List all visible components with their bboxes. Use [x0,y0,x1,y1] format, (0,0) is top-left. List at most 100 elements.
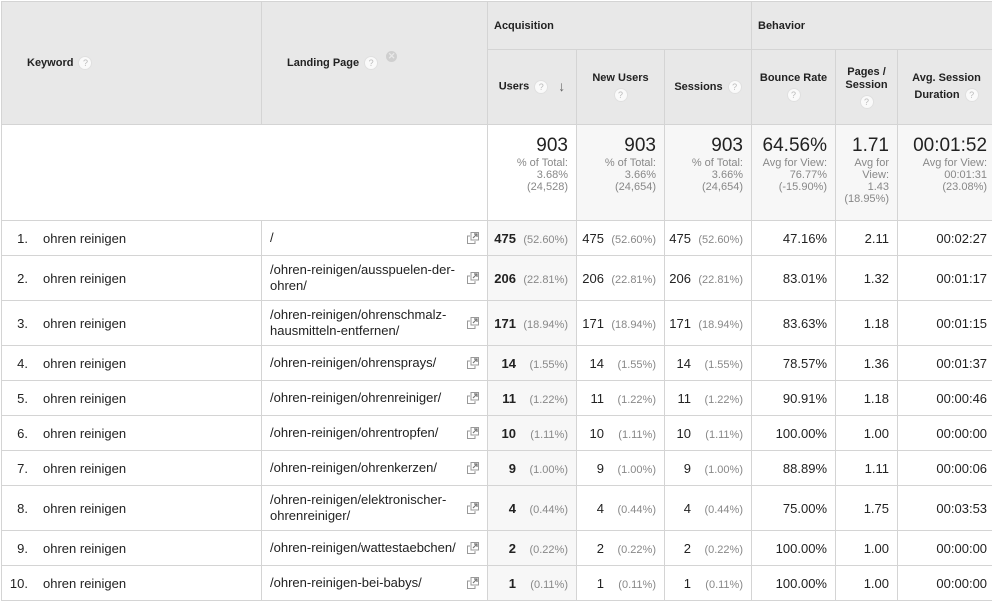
landing-page-link[interactable]: /ohren-reinigen/ohrenreiniger/ [270,390,441,405]
remove-dimension-icon[interactable]: ✕ [386,51,398,62]
new-users-cell: 10 (1.11%) [576,415,665,451]
landing-page-cell: /ohren-reinigen/ohrensprays/ [261,345,488,381]
help-icon[interactable]: ? [727,79,742,94]
header-keyword[interactable]: Keyword? [1,1,262,125]
sessions-pct: (0.22%) [704,543,743,556]
open-external-link-icon[interactable] [467,232,479,244]
header-keyword-label: Keyword [27,56,74,69]
table-row: 7. ohren reinigen /ohren-reinigen/ohrenke… [1,450,992,486]
open-external-link-icon[interactable] [467,272,479,284]
header-users[interactable]: Users? ↓ [487,49,577,125]
keyword-link[interactable]: ohren reinigen [43,231,126,246]
header-sessions[interactable]: Sessions? [664,49,752,125]
pages-session-cell: 2.11 [835,220,898,256]
landing-page-link[interactable]: /ohren-reinigen/ohrenschmalz-hausmitteln… [270,307,446,338]
new-users-pct: (0.22%) [617,543,656,556]
landing-page-link[interactable]: /ohren-reinigen/ausspuelen-der-ohren/ [270,262,455,293]
keyword-link[interactable]: ohren reinigen [43,356,126,371]
open-external-link-icon[interactable] [467,462,479,474]
users-value: 9 [508,460,516,476]
users-pct: (0.11%) [530,578,568,591]
users-pct: (1.00%) [529,463,568,476]
keyword-cell: 10. ohren reinigen [1,565,262,601]
landing-page-link[interactable]: /ohren-reinigen/ohrentropfen/ [270,425,438,440]
row-index: 10. [9,575,28,591]
users-value: 171 [494,315,516,331]
sessions-value: 475 [669,230,691,246]
keyword-link[interactable]: ohren reinigen [43,461,126,476]
landing-page-link[interactable]: /ohren-reinigen/elektronischer-ohrenrein… [270,492,446,523]
open-external-link-icon[interactable] [467,317,479,329]
new-users-pct: (0.44%) [617,503,656,516]
help-icon[interactable]: ? [859,94,874,109]
users-cell: 171 (18.94%) [487,300,577,346]
keyword-cell: 4. ohren reinigen [1,345,262,381]
keyword-link[interactable]: ohren reinigen [43,316,126,331]
new-users-value: 475 [582,230,604,246]
sessions-pct: (52.60%) [698,233,743,246]
open-external-link-icon[interactable] [467,542,479,554]
open-external-link-icon[interactable] [467,357,479,369]
keyword-link[interactable]: ohren reinigen [43,501,126,516]
open-external-link-icon[interactable] [467,427,479,439]
help-icon[interactable]: ? [613,88,628,103]
help-icon[interactable]: ? [78,56,93,70]
sessions-value: 1 [683,575,691,591]
help-icon[interactable]: ? [964,88,979,103]
avg-duration-cell: 00:00:00 [896,565,992,601]
header-avg-session-duration[interactable]: Avg. Session Duration? [896,49,992,125]
sessions-value: 206 [669,270,691,286]
help-icon[interactable]: ? [786,88,801,103]
bounce-rate-cell: 100.00% [751,415,836,451]
sessions-pct: (22.81%) [698,273,743,286]
table-row: 5. ohren reinigen /ohren-reinigen/ohrenre… [1,380,992,416]
keyword-link[interactable]: ohren reinigen [43,426,126,441]
sort-desc-icon[interactable]: ↓ [558,78,565,94]
help-icon[interactable]: ? [364,56,379,70]
keyword-link[interactable]: ohren reinigen [43,576,126,591]
header-avg-duration-label-1: Avg. Session [912,72,981,84]
open-external-link-icon[interactable] [467,502,479,514]
header-pages-session[interactable]: Pages / Session? [835,49,898,125]
open-external-link-icon[interactable] [467,577,479,589]
total-avg-duration-value: 00:01:52 [913,135,988,156]
total-pages-session-diff: (18.95%) [844,193,889,205]
landing-page-link[interactable]: /ohren-reinigen/ohrensprays/ [270,355,436,370]
bounce-rate-cell: 100.00% [751,530,836,566]
new-users-cell: 475 (52.60%) [576,220,665,256]
total-new-users-value: 903 [624,135,656,156]
landing-page-link[interactable]: /ohren-reinigen-bei-babys/ [270,575,422,590]
header-landing-page[interactable]: Landing Page ? ✕ [261,1,488,125]
total-pages-session-view: 1.43 [867,181,889,193]
total-users-caption: % of Total: [516,157,568,169]
total-bounce-rate-diff: (-15.90%) [778,181,827,193]
avg-duration-cell: 00:01:15 [896,300,992,346]
header-new-users[interactable]: New Users? [576,49,665,125]
help-icon[interactable]: ? [534,79,549,94]
landing-page-link[interactable]: /ohren-reinigen/wattestaebchen/ [270,540,456,555]
landing-page-link[interactable]: /ohren-reinigen/ohrenkerzen/ [270,460,437,475]
bounce-rate-cell: 83.63% [751,300,836,346]
keyword-link[interactable]: ohren reinigen [43,271,126,286]
sessions-value: 10 [676,425,691,441]
header-bounce-rate[interactable]: Bounce Rate? [751,49,836,125]
row-index: 9. [17,540,28,556]
table-row: 3. ohren reinigen /ohren-reinigen/ohrensc… [1,300,992,346]
row-index: 3. [17,315,28,331]
new-users-value: 11 [590,390,605,406]
sessions-cell: 1 (0.11%) [664,565,752,601]
users-value: 2 [508,540,516,556]
landing-page-link[interactable]: / [270,230,274,245]
users-pct: (0.44%) [529,503,568,516]
avg-duration-cell: 00:00:06 [896,450,992,486]
sessions-cell: 206 (22.81%) [664,255,752,301]
users-cell: 1 (0.11%) [487,565,577,601]
analytics-report-table: Keyword? Landing Page ? ✕ Acquisition Beha… [1,1,992,601]
total-avg-duration-view: 00:01:31 [944,169,988,181]
keyword-link[interactable]: ohren reinigen [43,541,126,556]
row-index: 4. [17,355,28,371]
keyword-link[interactable]: ohren reinigen [43,391,126,406]
sessions-cell: 475 (52.60%) [664,220,752,256]
open-external-link-icon[interactable] [467,392,479,404]
new-users-value: 206 [582,270,604,286]
